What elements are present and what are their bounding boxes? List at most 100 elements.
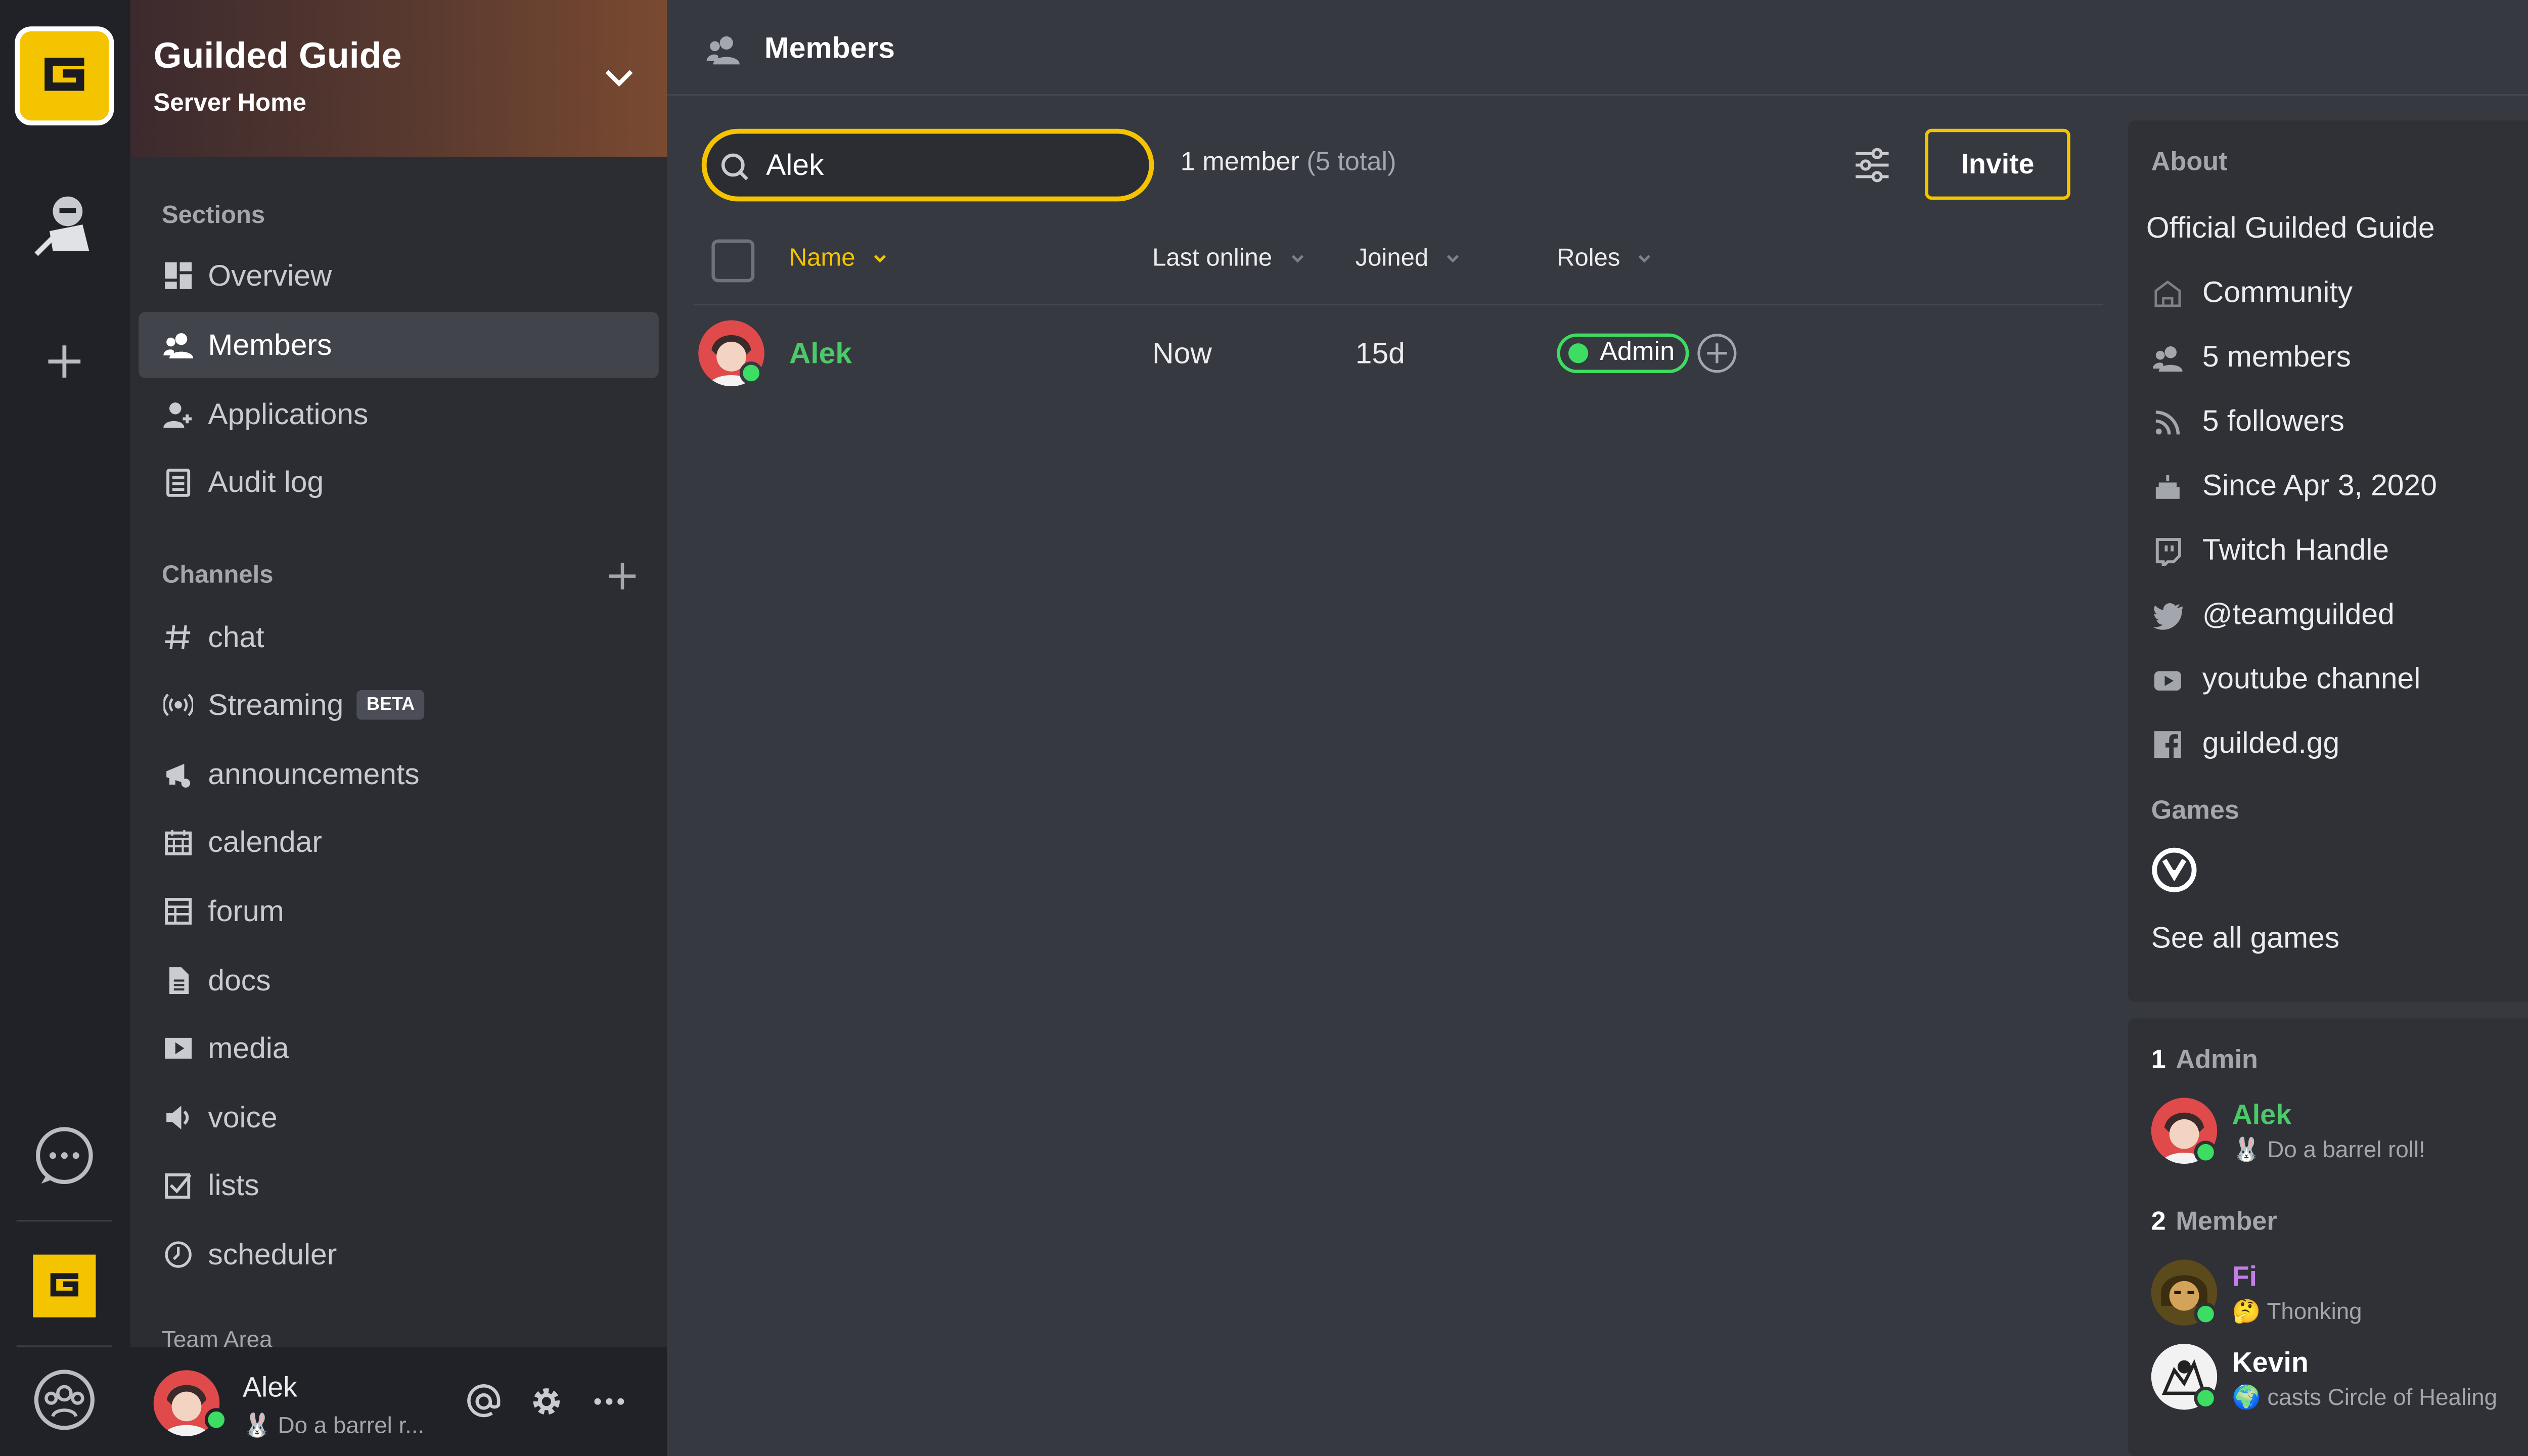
- user-status: 🐰 Do a barrel r...: [242, 1411, 425, 1438]
- online-indicator: [2194, 1141, 2218, 1164]
- chevron-down-icon: [1447, 254, 1459, 262]
- search-input[interactable]: [766, 147, 1130, 184]
- gear-icon[interactable]: [528, 1383, 565, 1420]
- select-all-checkbox[interactable]: [711, 239, 755, 283]
- channel-label: calendar: [208, 825, 322, 858]
- column-header-last-online[interactable]: Last online: [1152, 244, 1305, 272]
- role-badge-admin[interactable]: Admin: [1557, 333, 1689, 373]
- channel-streaming[interactable]: Streaming BETA: [139, 672, 659, 738]
- team-area-header[interactable]: Team Area: [139, 1326, 273, 1349]
- sidebar-item-audit-log[interactable]: Audit log: [139, 449, 659, 515]
- channel-label: lists: [208, 1168, 259, 1201]
- column-header-joined[interactable]: Joined: [1356, 244, 1462, 272]
- sidebar-item-overview[interactable]: Overview: [139, 243, 659, 309]
- about-title: Official Guilded Guide: [2146, 211, 2435, 245]
- member-name[interactable]: Alek: [789, 337, 852, 372]
- sidebar-item-label: Members: [208, 328, 332, 361]
- server-header[interactable]: Guilded Guide Server Home: [130, 0, 667, 157]
- chevron-down-icon[interactable]: [601, 60, 638, 96]
- sidebar-item-members[interactable]: Members: [139, 312, 659, 378]
- add-channel-icon[interactable]: [608, 561, 638, 591]
- about-item-label: 5 members: [2202, 340, 2351, 373]
- about-panel: About Official Guilded Guide Community 5…: [2128, 120, 2528, 1003]
- channel-label: media: [208, 1031, 289, 1064]
- members-icon: [162, 329, 195, 361]
- invite-button[interactable]: Invite: [1925, 128, 2070, 200]
- about-item-facebook[interactable]: guilded.gg: [2151, 726, 2339, 761]
- filter-sliders-icon[interactable]: [1853, 145, 1892, 185]
- about-item-label: 5 followers: [2202, 404, 2344, 438]
- member-search: [701, 128, 1154, 202]
- chevron-down-icon: [1639, 254, 1651, 262]
- about-item-community: Community: [2151, 276, 2353, 310]
- guilded-logo-icon[interactable]: [15, 26, 114, 126]
- server-title: Guilded Guide: [153, 34, 402, 76]
- column-label: Name: [789, 244, 855, 272]
- youtube-icon: [2151, 663, 2184, 696]
- see-all-games-link[interactable]: See all games: [2151, 921, 2339, 956]
- rail-divider: [16, 1220, 113, 1222]
- about-item-label: Twitch Handle: [2202, 533, 2389, 566]
- friends-icon[interactable]: [23, 1358, 106, 1441]
- speaker-icon: [162, 1101, 195, 1134]
- user-name: Alek: [242, 1372, 298, 1403]
- channels-label: Channels: [161, 561, 274, 589]
- about-item-members: 5 members: [2151, 340, 2351, 375]
- channel-forum[interactable]: forum: [139, 878, 659, 944]
- forum-icon: [162, 895, 195, 928]
- online-indicator: [204, 1408, 228, 1432]
- member-status-text: Do a barrel roll!: [2267, 1135, 2425, 1162]
- add-user-icon: [162, 398, 195, 431]
- sections-label: Sections: [161, 201, 265, 230]
- about-item-twitter[interactable]: @teamguilded: [2151, 598, 2395, 632]
- channel-calendar[interactable]: calendar: [139, 809, 659, 875]
- chat-bubble-icon[interactable]: [23, 1116, 106, 1198]
- doc-icon: [162, 964, 195, 997]
- knight-avatar-icon[interactable]: [23, 185, 106, 267]
- member-name: Kevin: [2232, 1347, 2309, 1379]
- member-name: Fi: [2232, 1261, 2258, 1293]
- group-label: Admin: [2176, 1046, 2258, 1075]
- twitter-icon: [2151, 599, 2184, 631]
- channel-media[interactable]: media: [139, 1015, 659, 1081]
- grid-icon: [162, 259, 195, 292]
- team-area-label: Team Area: [161, 1326, 273, 1349]
- cake-icon: [2151, 470, 2184, 503]
- more-icon[interactable]: [591, 1383, 627, 1420]
- channel-label: chat: [208, 620, 264, 653]
- channel-docs[interactable]: docs: [139, 947, 659, 1014]
- guilded-server-icon[interactable]: [23, 1245, 106, 1327]
- about-label: About: [2151, 148, 2228, 177]
- column-header-roles[interactable]: Roles: [1557, 244, 1653, 272]
- role-color-dot: [1568, 343, 1589, 363]
- member-status: 🌍 casts Circle of Healing: [2232, 1383, 2498, 1410]
- group-count: 1: [2151, 1046, 2166, 1075]
- channel-chat[interactable]: chat: [139, 604, 659, 670]
- column-header-name[interactable]: Name: [789, 244, 888, 272]
- member-count-total: (5 total): [1306, 148, 1396, 177]
- user-bar: Alek 🐰 Do a barrel r...: [130, 1347, 667, 1456]
- channel-voice[interactable]: voice: [139, 1084, 659, 1151]
- server-rail: [0, 0, 130, 1456]
- channel-announcements[interactable]: announcements: [139, 741, 659, 807]
- about-item-youtube[interactable]: youtube channel: [2151, 662, 2420, 697]
- overwatch-icon[interactable]: [2151, 847, 2197, 893]
- channel-scheduler[interactable]: scheduler: [139, 1221, 659, 1288]
- games-label: Games: [2151, 797, 2239, 826]
- sidebar-item-applications[interactable]: Applications: [139, 381, 659, 447]
- channel-lists[interactable]: lists: [139, 1152, 659, 1218]
- about-item-twitch[interactable]: Twitch Handle: [2151, 533, 2389, 568]
- mention-icon[interactable]: [466, 1383, 502, 1420]
- chevron-down-icon: [1291, 254, 1303, 262]
- last-online-cell: Now: [1152, 337, 1212, 370]
- server-subtitle: Server Home: [153, 89, 306, 117]
- channel-label: forum: [208, 894, 284, 927]
- online-indicator: [2194, 1386, 2218, 1410]
- channel-label: announcements: [208, 757, 420, 790]
- add-role-icon[interactable]: [1697, 334, 1737, 373]
- about-item-label: @teamguilded: [2202, 598, 2395, 631]
- channel-label: docs: [208, 963, 271, 996]
- add-server-icon[interactable]: [23, 320, 106, 402]
- building-icon: [2151, 277, 2184, 309]
- rail-divider-bottom: [16, 1345, 113, 1347]
